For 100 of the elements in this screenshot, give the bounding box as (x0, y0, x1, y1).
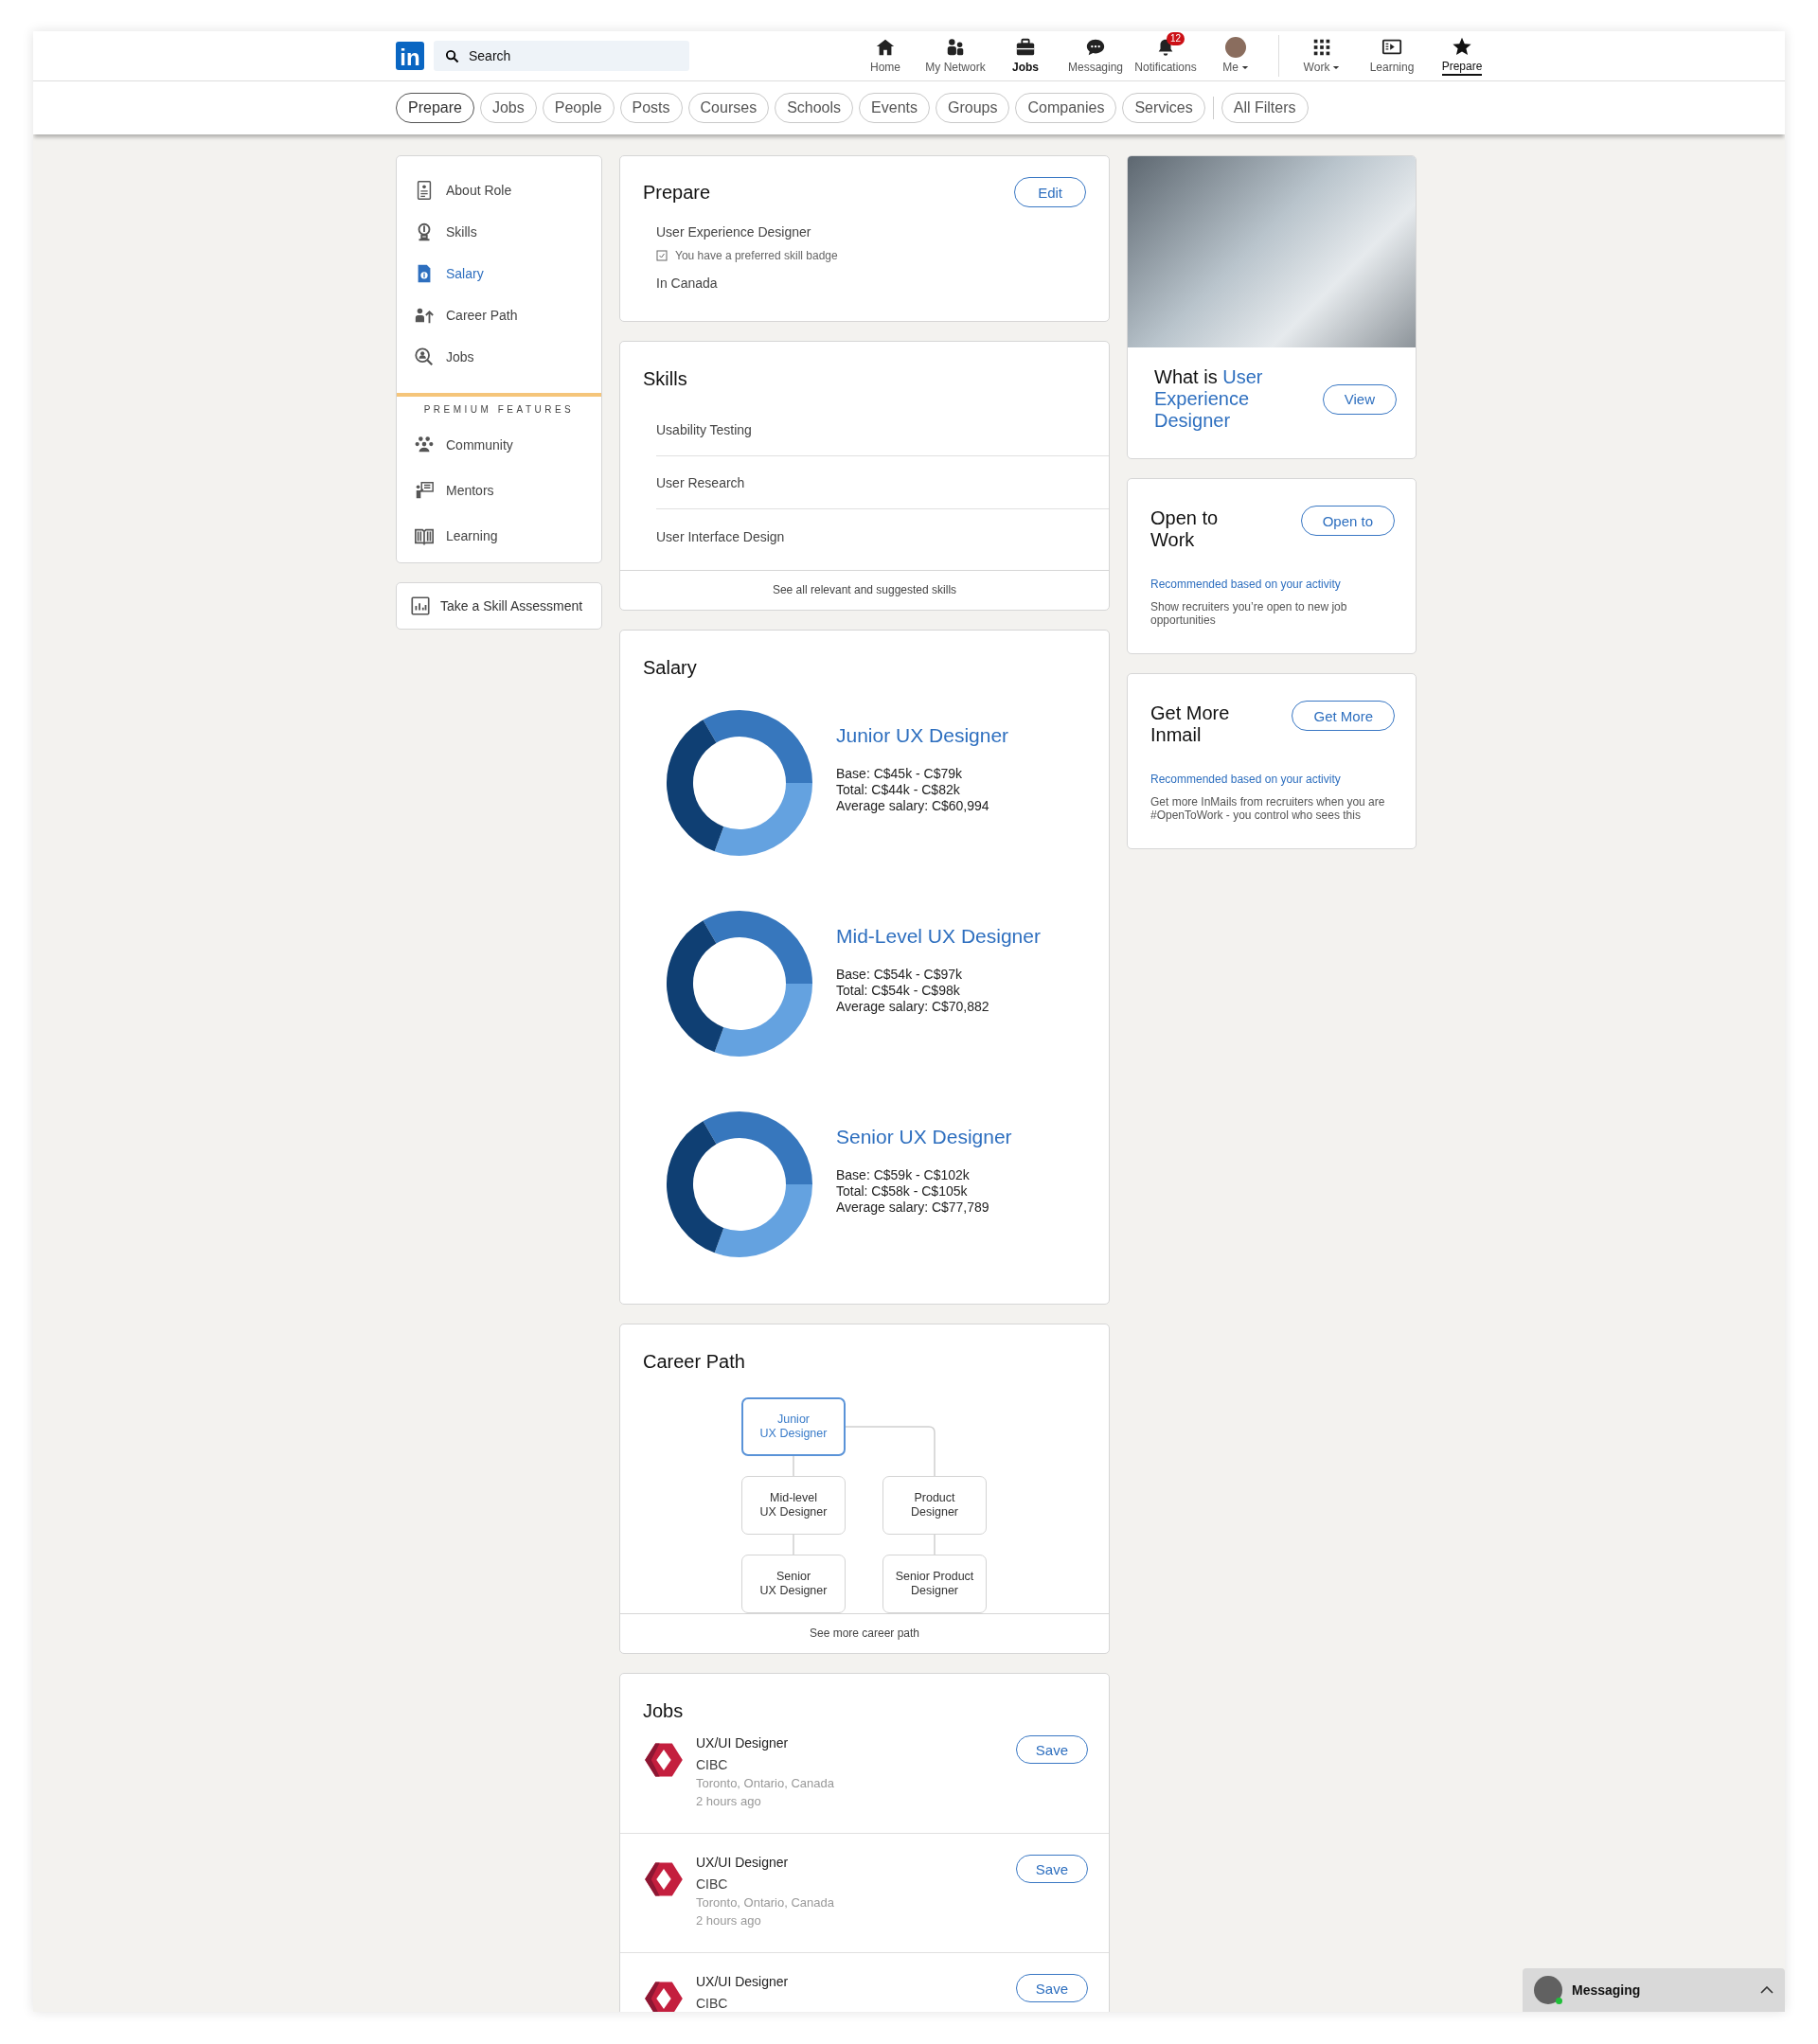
filter-pill[interactable]: Companies (1015, 93, 1117, 123)
salary-line: Total: C$44k - C$82k (836, 782, 961, 798)
see-more-career-link[interactable]: See more career path (620, 1613, 1109, 1653)
nav-item[interactable]: Learning (1357, 31, 1427, 80)
job-level-title: Junior UX Designer (836, 724, 1009, 747)
messaging-bar[interactable]: Messaging (1523, 1968, 1785, 2012)
company-name: CIBC (696, 1876, 729, 1892)
chevron-up-icon (1760, 1986, 1773, 1994)
filter-pill[interactable]: Jobs (479, 93, 537, 123)
salary-line: Base: C$45k - C$79k (836, 766, 964, 782)
checkbox-icon (656, 250, 668, 261)
skill-item: User Interface Design (656, 528, 786, 546)
sidebar-item[interactable]: Salary (414, 262, 584, 285)
job-title[interactable]: UX/UI Designer (696, 1855, 1005, 1870)
home-icon (875, 37, 896, 58)
filter-pill[interactable]: Courses (687, 93, 770, 123)
recommendation-note: Recommended based on your activity (1150, 773, 1342, 786)
filter-pill[interactable]: Prepare (396, 93, 474, 123)
avatar-icon (1225, 37, 1246, 58)
nav-item[interactable]: Home (850, 31, 920, 80)
nav-item[interactable]: Messaging (1060, 31, 1131, 80)
edit-button[interactable]: Edit (1014, 177, 1086, 207)
salary-line: Average salary: C$60,994 (836, 798, 990, 814)
see-all-skills-link[interactable]: See all relevant and suggested skills (620, 570, 1109, 610)
grid-icon (1311, 37, 1332, 58)
card-title: Open to Work (1150, 507, 1220, 551)
notification-badge: 12 (1167, 32, 1185, 45)
connector-line (793, 1455, 794, 1477)
save-button[interactable]: Save (1015, 1735, 1088, 1764)
sidebar-item[interactable]: Learning (414, 524, 584, 547)
badge-note: You have a preferred skill badge (675, 249, 838, 262)
career-node[interactable]: Senior Product Designer (882, 1555, 987, 1613)
filter-pill[interactable]: Events (859, 93, 930, 123)
chat-bubble-icon (1085, 37, 1106, 58)
job-title[interactable]: UX/UI Designer (696, 1735, 1005, 1751)
job-location: Toronto, Ontario, Canada (696, 1776, 835, 1790)
card-description: Show recruiters you’re open to new job opportunities (1150, 600, 1348, 627)
filter-pill[interactable]: Schools (775, 93, 854, 123)
salary-line: Base: C$54k - C$97k (836, 967, 964, 983)
skill-item: Usability Testing (656, 403, 1109, 456)
save-button[interactable]: Save (1015, 1855, 1088, 1883)
section-heading: PREMIUM FEATURES (422, 404, 576, 415)
connector-line (793, 1534, 794, 1555)
messaging-label: Messaging (1572, 1982, 1642, 1998)
card-description: Get more InMails from recruiters when you are #OpenToWork - you control who sees this (1150, 795, 1386, 822)
sidebar-item[interactable]: Jobs (414, 346, 584, 368)
sidebar-item[interactable]: Community (414, 434, 584, 456)
nav-item[interactable]: Prepare (1427, 31, 1497, 80)
job-level-title: Senior UX Designer (836, 1126, 1012, 1148)
presenter-icon (414, 480, 435, 501)
view-button[interactable]: View (1322, 383, 1397, 415)
salary-line: Total: C$58k - C$105k (836, 1183, 969, 1200)
salary-line: Base: C$59k - C$102k (836, 1167, 971, 1183)
job-title[interactable]: UX/UI Designer (696, 1974, 1005, 1989)
filter-pill[interactable]: Posts (619, 93, 683, 123)
nav-item[interactable]: 12 Notifications (1131, 31, 1201, 80)
nav-item[interactable]: Work (1287, 31, 1357, 80)
company-name: CIBC (696, 1996, 729, 2011)
skill-assessment-button[interactable]: Take a Skill Assessment (396, 582, 602, 630)
briefcase-icon (1015, 37, 1036, 58)
bar-chart-icon (410, 595, 431, 616)
nav-item[interactable]: Me (1201, 31, 1271, 80)
posted-time: 2 hours ago (696, 1913, 762, 1928)
card-title: Get More Inmail (1150, 702, 1231, 746)
career-node[interactable]: Mid-level UX Designer (741, 1476, 846, 1535)
recommendation-note: Recommended based on your activity (1150, 578, 1342, 591)
logo-icon[interactable]: in (396, 42, 424, 70)
career-node[interactable]: Junior UX Designer (741, 1397, 846, 1456)
job-location: Toronto, Ontario, Canada (696, 1895, 835, 1910)
sidebar-item[interactable]: Mentors (414, 479, 584, 502)
salary-line: Average salary: C$77,789 (836, 1200, 990, 1216)
search-field[interactable]: Search (434, 41, 689, 71)
company-name: CIBC (696, 1757, 729, 1772)
promo-title: What is User Experience Designer (1154, 366, 1264, 432)
sidebar-item[interactable]: Career Path (414, 304, 584, 327)
save-button[interactable]: Save (1015, 1974, 1088, 2002)
skill-item: User Research (656, 456, 1109, 509)
sidebar-item[interactable]: Skills (414, 221, 584, 243)
salary-line: Average salary: C$70,882 (836, 999, 990, 1015)
action-button[interactable]: Get More (1292, 701, 1395, 731)
filter-pill[interactable]: Services (1122, 93, 1205, 123)
connector-line (934, 1534, 936, 1555)
career-node[interactable]: Senior UX Designer (741, 1555, 846, 1613)
sidebar-item[interactable]: About Role (414, 179, 584, 202)
filter-pill[interactable]: People (542, 93, 615, 123)
job-level-title: Mid-Level UX Designer (836, 925, 1041, 948)
salary-line: Total: C$54k - C$98k (836, 983, 961, 999)
filter-pill[interactable]: Groups (936, 93, 1010, 123)
career-node[interactable]: Product Designer (882, 1476, 987, 1535)
card-title: Career Path (642, 1350, 746, 1373)
card-title: Salary (642, 656, 698, 679)
action-button[interactable]: Open to (1300, 506, 1395, 536)
person-search-icon (414, 347, 435, 367)
location-text: In Canada (656, 275, 719, 291)
card-title: Prepare (643, 181, 711, 204)
nav-item[interactable]: Jobs (990, 31, 1060, 80)
card-title: Jobs (642, 1699, 685, 1722)
nav-item[interactable]: My Network (920, 31, 990, 80)
card-title: Skills (642, 367, 688, 390)
all-filters-button[interactable]: All Filters (1221, 93, 1309, 123)
